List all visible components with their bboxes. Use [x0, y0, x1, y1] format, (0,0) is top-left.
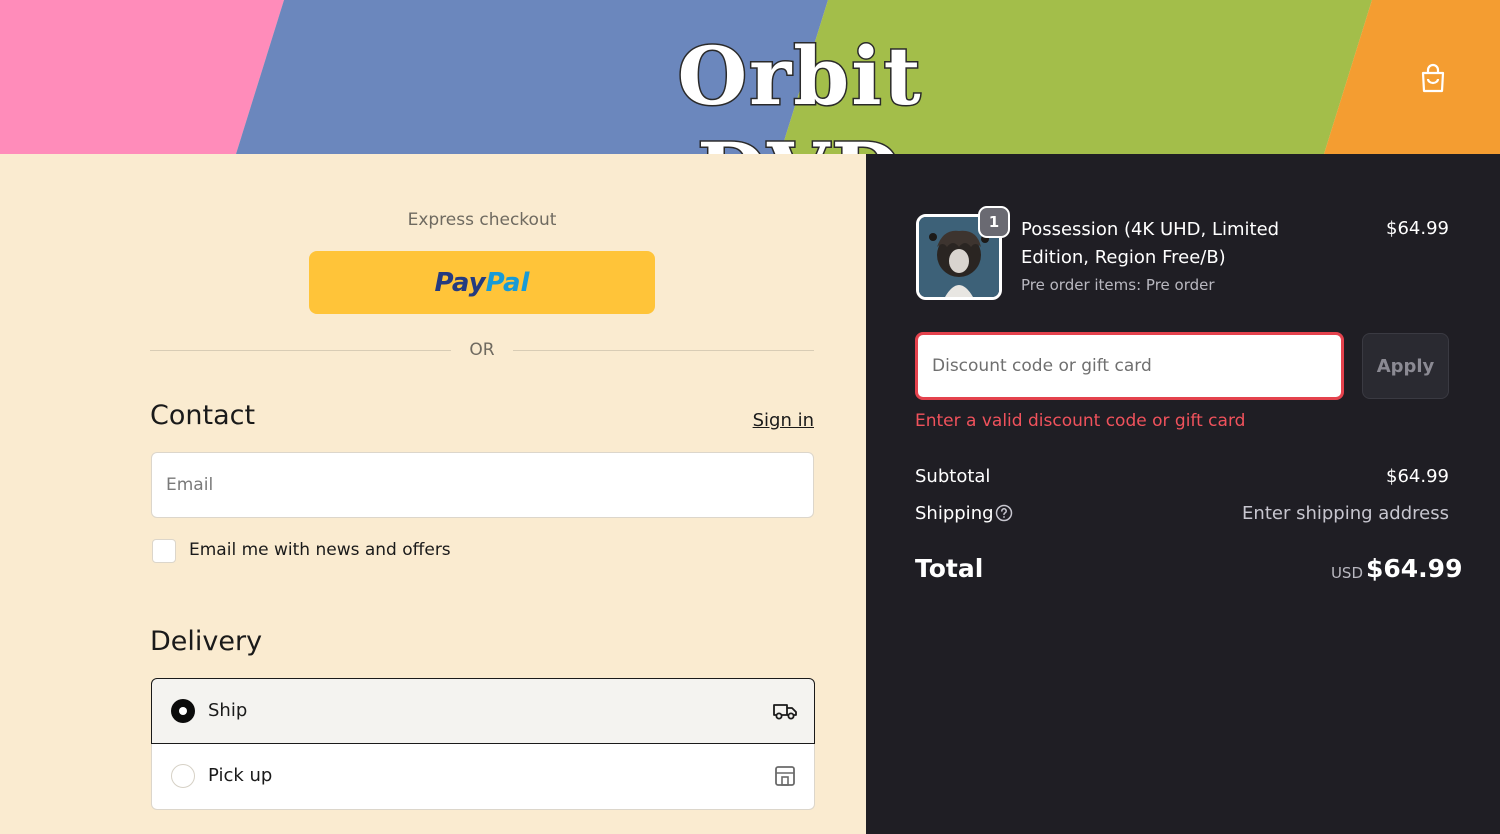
delivery-options: Ship Pick up: [151, 678, 815, 810]
ship-label: Ship: [208, 700, 248, 721]
subtotal-label: Subtotal: [915, 466, 991, 487]
quantity-badge: 1: [978, 206, 1010, 238]
order-summary: 1 Possession (4K UHD, Limited Edition, R…: [866, 154, 1500, 834]
store-icon: [772, 764, 798, 788]
newsletter-checkbox[interactable]: [152, 539, 176, 563]
apply-discount-button[interactable]: Apply: [1362, 333, 1449, 399]
or-divider: OR: [150, 340, 814, 362]
discount-error-message: Enter a valid discount code or gift card: [915, 411, 1246, 431]
pickup-label: Pick up: [208, 765, 273, 786]
or-label: OR: [469, 340, 495, 360]
checkout-form: Express checkout Pay Pal OR Contact Sign …: [0, 154, 866, 834]
divider-line-right: [513, 350, 814, 351]
subtotal-value: $64.99: [1386, 466, 1449, 487]
shipping-value: Enter shipping address: [1242, 503, 1449, 524]
shopping-bag-icon[interactable]: [1418, 62, 1448, 94]
paypal-logo-pay: Pay: [434, 267, 486, 298]
paypal-button[interactable]: Pay Pal: [309, 251, 655, 314]
contact-heading: Contact: [150, 400, 256, 431]
truck-icon: [772, 699, 798, 723]
site-header: Orbit DVD: [0, 0, 1500, 154]
discount-code-input[interactable]: [915, 332, 1344, 400]
email-field[interactable]: [151, 452, 814, 518]
help-circle-icon[interactable]: [995, 504, 1013, 522]
paypal-logo-pal: Pal: [485, 267, 530, 298]
delivery-option-pickup[interactable]: Pick up: [151, 744, 815, 810]
ship-radio[interactable]: [171, 699, 195, 723]
express-checkout-label: Express checkout: [407, 210, 557, 230]
product-meta: Pre order items: Pre order: [1021, 276, 1215, 294]
total-currency: USD: [1330, 564, 1363, 582]
pickup-radio[interactable]: [171, 764, 195, 788]
total-label: Total: [915, 554, 984, 583]
sign-in-link[interactable]: Sign in: [740, 410, 814, 431]
product-price: $64.99: [1386, 218, 1449, 239]
divider-line-left: [150, 350, 451, 351]
delivery-option-ship[interactable]: Ship: [151, 678, 815, 744]
newsletter-label[interactable]: Email me with news and offers: [189, 540, 451, 560]
product-title: Possession (4K UHD, Limited Edition, Reg…: [1021, 219, 1280, 268]
total-value: $64.99: [1366, 554, 1463, 583]
delivery-heading: Delivery: [150, 626, 263, 657]
brand-logo[interactable]: Orbit DVD: [600, 28, 1000, 155]
shipping-label: Shipping: [915, 503, 994, 524]
